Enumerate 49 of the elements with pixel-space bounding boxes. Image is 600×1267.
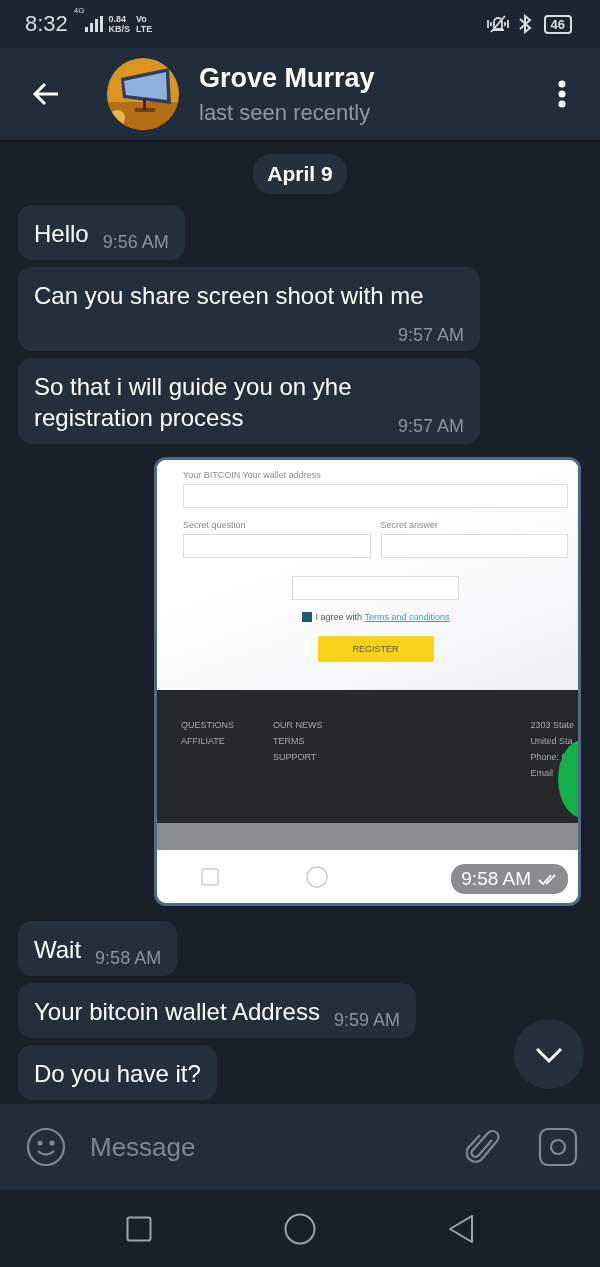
message-time: 9:59 AM (333, 1009, 400, 1031)
field-label: Secret answer (380, 520, 440, 530)
message-text: Hello (34, 220, 89, 247)
field-label: Your BITCOIN Your wallet address (183, 470, 322, 480)
address-line: 2303 State (530, 720, 574, 730)
clock: 8:32 (25, 11, 68, 37)
footer-link[interactable]: OUR NEWS (273, 720, 333, 730)
emoji-icon[interactable] (26, 1127, 66, 1167)
square-icon (200, 867, 219, 886)
message-time: 9:57 AM (397, 324, 464, 346)
message-time: 9:57 AM (397, 415, 464, 437)
more-options-icon[interactable] (558, 80, 566, 108)
message-text: Can you share screen shoot with me (34, 282, 424, 309)
footer-link[interactable]: TERMS (273, 736, 333, 746)
footer-link[interactable]: QUESTIONS (181, 720, 241, 730)
camera-icon[interactable] (538, 1127, 578, 1167)
footer-link[interactable]: AFFILIATE (181, 736, 241, 746)
vibrate-icon (485, 14, 510, 34)
back-button[interactable] (448, 1213, 474, 1244)
date-badge: April 9 (253, 154, 347, 194)
message-text: Wait (34, 936, 82, 963)
terms-link: Terms and conditions (364, 612, 450, 622)
home-button[interactable] (284, 1212, 316, 1245)
lte-label: LTE (136, 24, 153, 34)
address-line: Email (530, 768, 554, 778)
network-type: 4G (73, 6, 85, 15)
message-text: So that i will guide you on yhe registration process (34, 373, 352, 431)
paperclip-icon[interactable] (466, 1128, 500, 1166)
address-line: United Sta (530, 736, 574, 746)
footer-link[interactable]: SUPPORT (273, 752, 333, 762)
battery-indicator: 46 (543, 14, 572, 34)
message-text: Your bitcoin wallet Address (34, 998, 320, 1025)
signal-icon (84, 16, 103, 32)
agree-text: I agree with Terms and conditions (315, 612, 450, 622)
speed-unit: KB/S (108, 24, 130, 34)
bluetooth-icon (517, 14, 532, 34)
message-text: Do you have it? (34, 1060, 201, 1087)
back-arrow-icon[interactable] (32, 80, 60, 108)
recent-apps-button[interactable] (126, 1215, 152, 1242)
volte-label: Vo (136, 14, 148, 24)
last-seen-status: last seen recently (199, 99, 372, 126)
circle-icon (305, 865, 328, 888)
contact-name: Grove Murray (199, 62, 376, 94)
message-time: 9:58 AM (451, 864, 568, 894)
message-time: 9:58 AM (95, 947, 162, 969)
register-button: REGISTER (317, 636, 434, 662)
message-time: 9:56 AM (102, 231, 169, 253)
field-label: Secret question (183, 520, 247, 530)
data-speed: 0.84 (108, 14, 128, 24)
